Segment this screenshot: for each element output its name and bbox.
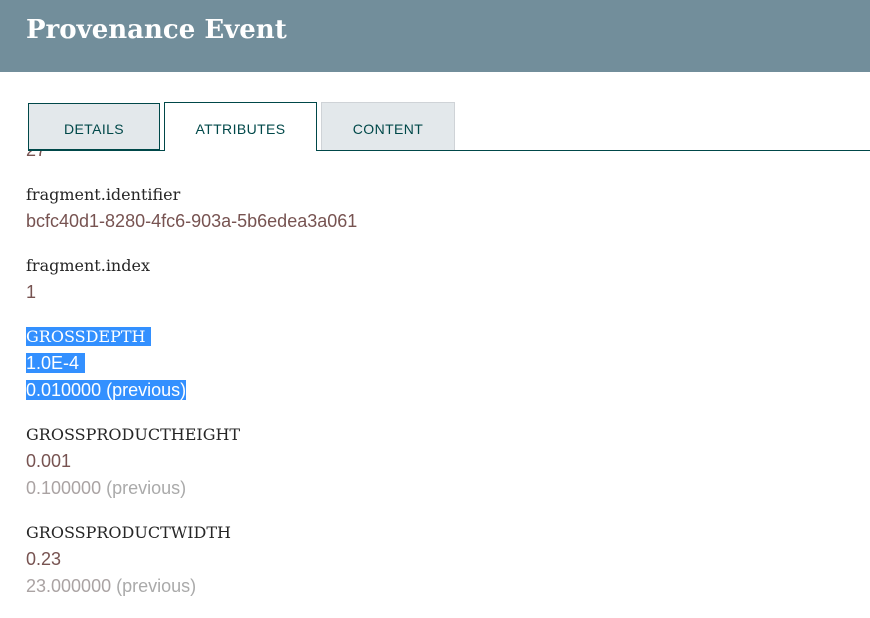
attributes-scroll-area[interactable]: 27 fragment.identifier bcfc40d1-8280-4fc… [0,151,870,618]
attribute-item: fragment.identifier bcfc40d1-8280-4fc6-9… [26,181,846,235]
attribute-name: fragment.index [26,256,150,275]
tab-bar: DETAILS ATTRIBUTES CONTENT [0,102,870,151]
attribute-item: 27 [26,151,846,164]
attribute-name: fragment.identifier [26,185,181,204]
tab-attributes[interactable]: ATTRIBUTES [164,102,317,151]
attribute-previous-value: 0.100000 [26,478,102,498]
attribute-previous-tag: (previous) [106,380,187,400]
attribute-previous-value: 23.000000 [26,576,112,596]
attribute-value: 0.23 [26,549,62,569]
attribute-value: 1 [26,282,37,302]
attribute-value: bcfc40d1-8280-4fc6-903a-5b6edea3a061 [26,211,358,231]
attribute-value: 1.0E-4 [26,350,846,377]
attribute-value: 0.001 [26,451,72,471]
tab-content[interactable]: CONTENT [321,102,455,150]
attribute-item: GROSSPRODUCTWIDTH 0.23 23.000000 (previo… [26,519,846,600]
attribute-name: GROSSPRODUCTWIDTH [26,523,231,542]
attribute-previous-value: 0.010000 [26,380,102,400]
attribute-previous: 0.010000 (previous) [26,377,846,404]
dialog-title: Provenance Event [26,15,287,45]
attribute-previous-tag: (previous) [106,478,187,498]
attribute-name: GROSSDEPTH [26,323,846,350]
attribute-previous: 23.000000 (previous) [26,573,846,600]
attribute-value: 27 [26,151,846,164]
attribute-previous: 0.100000 (previous) [26,475,846,502]
attributes-list: 27 fragment.identifier bcfc40d1-8280-4fc… [26,151,846,617]
attribute-item-selected: GROSSDEPTH 1.0E-4 0.010000 (previous) [26,323,846,404]
attribute-name: GROSSPRODUCTHEIGHT [26,425,241,444]
attribute-item: GROSSPRODUCTHEIGHT 0.001 0.100000 (previ… [26,421,846,502]
attribute-value-text: 1.0E-4 [26,353,86,373]
dialog-header: Provenance Event [0,0,870,72]
attribute-item: fragment.index 1 [26,252,846,306]
tab-details[interactable]: DETAILS [28,103,160,150]
attribute-previous-tag: (previous) [116,576,197,596]
attribute-name-text: GROSSDEPTH [26,327,152,346]
